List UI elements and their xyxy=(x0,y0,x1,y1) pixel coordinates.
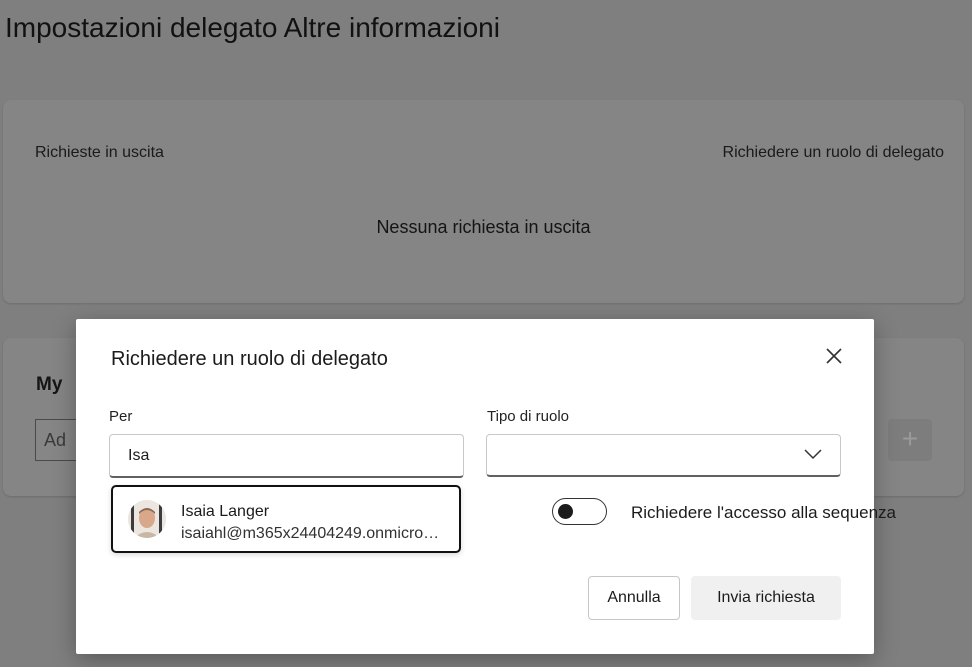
suggestion-name: Isaia Langer xyxy=(181,503,270,520)
role-type-select[interactable] xyxy=(486,434,841,477)
outgoing-requests-card: Richieste in uscita Richiedere un ruolo … xyxy=(3,100,964,303)
toggle-knob xyxy=(558,504,573,519)
request-delegate-role-link[interactable]: Richiedere un ruolo di delegato xyxy=(723,144,944,162)
suggestion-email: isaiahl@m365x24404249.onmicro… xyxy=(181,525,440,542)
per-label: Per xyxy=(109,408,133,425)
plus-icon: + xyxy=(901,423,919,454)
my-delegates-title: My xyxy=(36,374,63,395)
cancel-button[interactable]: Annulla xyxy=(588,576,680,620)
people-suggestion-item[interactable]: Isaia Langer isaiahl@m365x24404249.onmic… xyxy=(111,485,461,553)
request-delegate-role-dialog: Richiedere un ruolo di delegato Per Tipo… xyxy=(76,319,896,654)
add-delegate-button[interactable]: + xyxy=(888,419,932,461)
dialog-title: Richiedere un ruolo di delegato xyxy=(111,348,388,370)
role-type-label: Tipo di ruolo xyxy=(487,408,569,425)
no-outgoing-requests-text: Nessuna richiesta in uscita xyxy=(376,217,591,237)
outgoing-requests-label: Richieste in uscita xyxy=(35,144,164,161)
sequence-access-label: Richiedere l'accesso alla sequenza xyxy=(631,503,897,522)
close-button[interactable] xyxy=(822,344,846,368)
page-title: Impostazioni delegato Altre informazioni xyxy=(5,12,500,43)
sequence-access-toggle[interactable] xyxy=(552,498,607,525)
send-request-button[interactable]: Invia richiesta xyxy=(691,576,841,620)
close-icon xyxy=(826,348,842,364)
per-input[interactable] xyxy=(109,434,464,478)
avatar xyxy=(128,500,166,538)
chevron-down-icon xyxy=(804,449,822,460)
